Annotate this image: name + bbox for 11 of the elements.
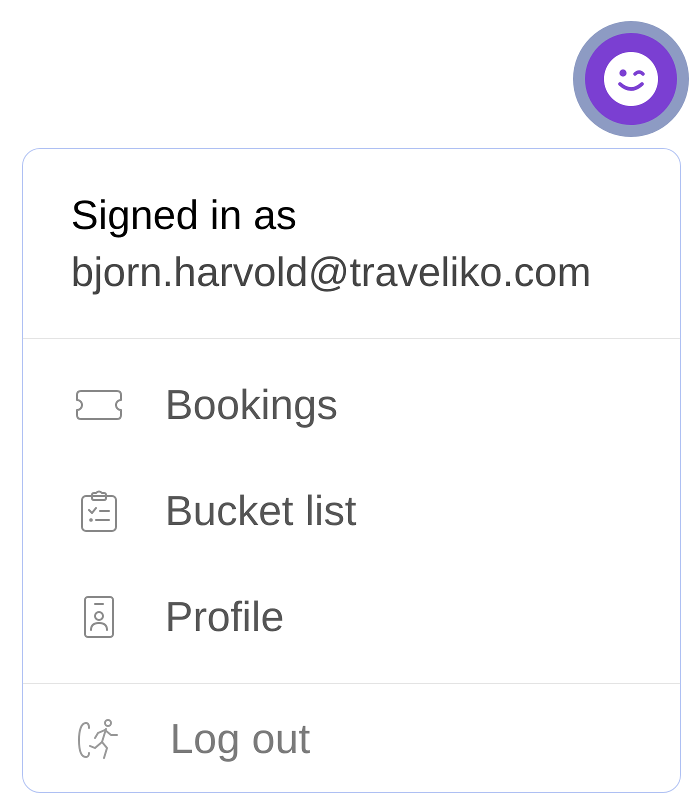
menu-item[interactable]: Log out: [23, 686, 680, 792]
clipboard-checklist-icon: [80, 489, 118, 533]
smiley-face-icon: [604, 52, 658, 106]
menu-item[interactable]: Bookings: [23, 352, 680, 458]
running-person-door-icon: [77, 717, 121, 761]
menu-item[interactable]: Profile: [23, 564, 680, 670]
signed-in-label: Signed in as: [71, 191, 298, 240]
menu-item[interactable]: Bucket list: [23, 458, 680, 564]
account-email: bjorn.harvold@traveliko.com: [71, 248, 592, 297]
id-badge-icon: [83, 595, 115, 639]
ticket-icon: [75, 389, 123, 421]
